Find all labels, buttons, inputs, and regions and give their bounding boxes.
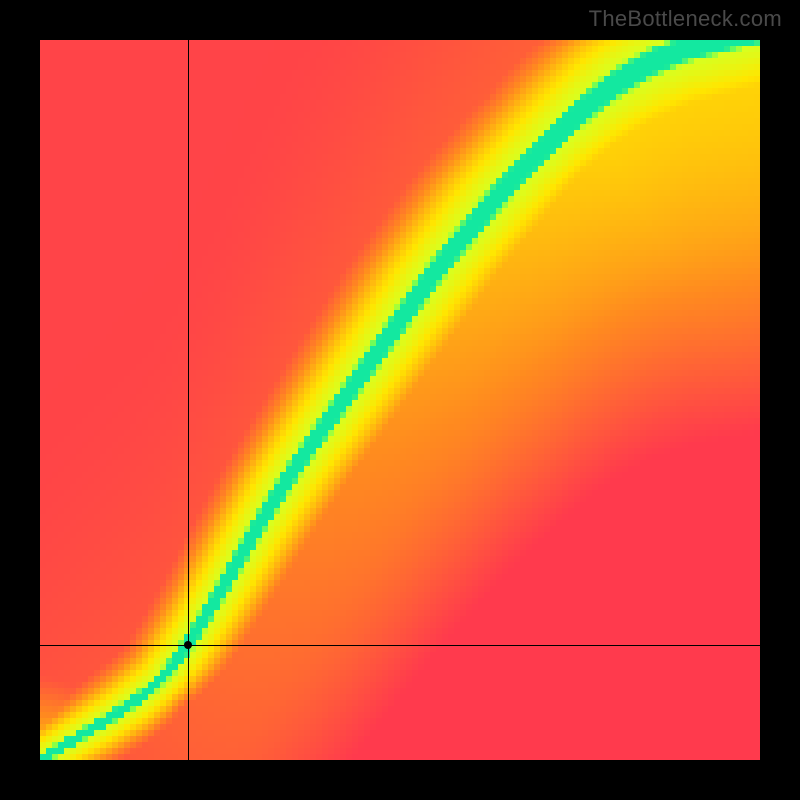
watermark-text: TheBottleneck.com <box>589 6 782 32</box>
heatmap-plot <box>40 40 760 760</box>
frame: TheBottleneck.com <box>0 0 800 800</box>
heatmap-canvas <box>40 40 760 760</box>
